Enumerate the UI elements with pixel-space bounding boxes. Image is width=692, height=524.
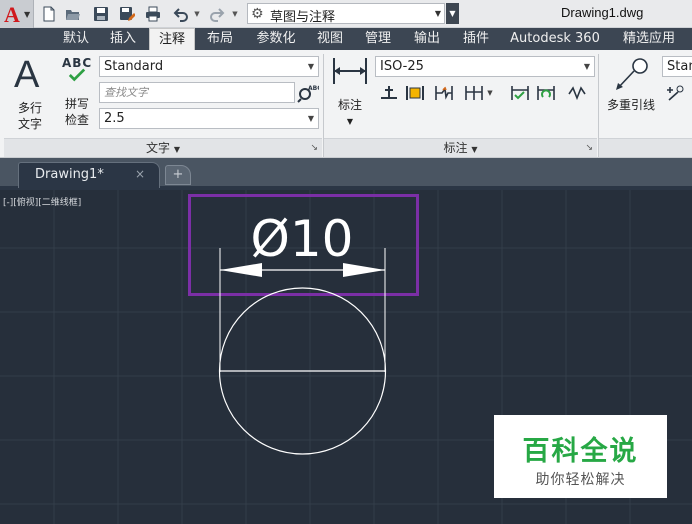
tab-autodesk-360[interactable]: Autodesk 360 xyxy=(504,28,606,50)
dimension-button[interactable]: 标注 ▼ xyxy=(328,56,372,136)
ribbon-tab-bar: 默认 插入 注释 布局 参数化 视图 管理 输出 插件 Autodesk 360… xyxy=(0,28,692,50)
application-menu-button[interactable]: A ▼ xyxy=(0,0,34,28)
dimension-style-value: ISO-25 xyxy=(380,59,424,74)
dimension-panel-title-label: 标注 xyxy=(443,141,468,155)
undo-dropdown-icon[interactable]: ▼ xyxy=(192,5,202,23)
viewport-controls-label[interactable]: [-][俯视][二维线框] xyxy=(3,195,81,208)
dim-update-icon[interactable] xyxy=(508,82,532,104)
dialog-launcher-icon[interactable]: ↘ xyxy=(585,139,593,158)
multiline-text-label-2: 文字 xyxy=(17,117,42,131)
dim-inspect-icon[interactable] xyxy=(403,82,427,104)
multileader-style-value: Stan xyxy=(667,59,692,74)
dimension-style-select[interactable]: ISO-25 ▼ xyxy=(375,56,595,77)
leader-panel-title xyxy=(599,138,692,157)
watermark-title: 百科全说 xyxy=(522,436,639,467)
add-leader-icon[interactable] xyxy=(664,82,688,104)
ribbon: A 多行 文字 ABC 拼写 检查 Standard ▼ 查找文字 ABC 2.… xyxy=(0,50,692,158)
document-tab-bar: Drawing1* × + xyxy=(0,158,692,188)
close-icon[interactable]: × xyxy=(135,167,145,181)
chevron-down-icon: ▼ xyxy=(471,145,478,154)
dimension-text: Ø10 xyxy=(251,210,354,268)
dimension-label: 标注 xyxy=(337,98,362,112)
tab-layout[interactable]: 布局 xyxy=(200,28,240,50)
dim-reassociate-icon[interactable] xyxy=(534,82,558,104)
save-as-icon[interactable] xyxy=(118,5,136,23)
save-icon[interactable] xyxy=(92,5,110,23)
chevron-down-icon: ▼ xyxy=(434,9,441,18)
text-style-value: Standard xyxy=(104,59,164,74)
chevron-down-icon: ▼ xyxy=(346,117,354,126)
dim-oblique-icon[interactable] xyxy=(565,82,589,104)
chevron-down-icon[interactable]: ▼ xyxy=(484,82,496,104)
autocad-logo-icon: A xyxy=(4,2,20,27)
find-text-input[interactable]: 查找文字 xyxy=(99,82,295,103)
svg-text:ABC: ABC xyxy=(308,85,319,92)
find-replace-icon[interactable]: ABC xyxy=(297,82,322,103)
watermark-subtitle: 助你轻松解决 xyxy=(535,472,626,488)
multiline-text-label-1: 多行 xyxy=(17,101,42,115)
workspace-select[interactable]: ⚙ 草图与注释 ▼ xyxy=(247,3,445,25)
new-drawing-tab-button[interactable]: + xyxy=(165,165,191,185)
spell-check-button[interactable]: ABC 拼写 检查 xyxy=(58,56,96,136)
print-icon[interactable] xyxy=(144,5,162,23)
multiline-text-button[interactable]: A 多行 文字 xyxy=(6,54,54,136)
document-tab-name: Drawing1* xyxy=(35,167,104,182)
redo-icon[interactable] xyxy=(208,5,226,23)
gear-icon: ⚙ xyxy=(251,6,264,22)
quick-access-customize-button[interactable]: ▼ xyxy=(446,3,459,24)
redo-dropdown-icon[interactable]: ▼ xyxy=(230,5,240,23)
multileader-icon xyxy=(616,58,648,90)
find-text-placeholder: 查找文字 xyxy=(104,86,148,99)
tab-plugins[interactable]: 插件 xyxy=(454,28,498,50)
tab-featured-apps[interactable]: 精选应用 xyxy=(612,28,686,50)
multileader-button[interactable]: 多重引线 xyxy=(600,54,662,136)
text-style-select[interactable]: Standard ▼ xyxy=(99,56,319,77)
dim-break-icon[interactable] xyxy=(377,82,401,104)
tab-output[interactable]: 输出 xyxy=(405,28,449,50)
undo-icon[interactable] xyxy=(172,5,190,23)
open-icon[interactable] xyxy=(64,5,82,23)
tab-insert[interactable]: 插入 xyxy=(102,28,144,50)
text-a-icon: A xyxy=(14,54,40,96)
title-bar: A ▼ ▼ ▼ ⚙ 草图与注释 ▼ ▼ Drawing1.dwg xyxy=(0,0,692,28)
dimension-panel-title[interactable]: 标注 ▼ ↘ xyxy=(324,138,597,157)
tab-parametric[interactable]: 参数化 xyxy=(248,28,304,50)
linear-dimension-icon xyxy=(333,58,367,84)
multileader-label: 多重引线 xyxy=(606,98,655,112)
chevron-down-icon: ▼ xyxy=(24,10,31,19)
tab-annotate[interactable]: 注释 xyxy=(149,28,195,50)
new-icon[interactable] xyxy=(40,5,58,23)
chevron-down-icon: ▼ xyxy=(583,62,590,71)
chevron-down-icon: ▼ xyxy=(307,114,314,123)
spell-check-icon: ABC xyxy=(62,56,94,88)
dim-jog-icon[interactable] xyxy=(432,82,456,104)
text-height-value: 2.5 xyxy=(104,111,125,126)
tab-manage[interactable]: 管理 xyxy=(356,28,400,50)
chevron-down-icon: ▼ xyxy=(307,62,314,71)
document-tab[interactable]: Drawing1* × xyxy=(18,162,160,188)
multileader-style-select[interactable]: Stan xyxy=(662,56,692,77)
tab-default[interactable]: 默认 xyxy=(56,28,96,50)
tab-view[interactable]: 视图 xyxy=(310,28,350,50)
chevron-down-icon: ▼ xyxy=(173,145,180,154)
text-height-select[interactable]: 2.5 ▼ xyxy=(99,108,319,129)
dim-continue-icon[interactable] xyxy=(462,82,486,104)
spell-check-label-1: 拼写 xyxy=(64,97,89,111)
workspace-value: 草图与注释 xyxy=(270,10,336,25)
plus-icon: + xyxy=(172,167,184,182)
spell-check-label-2: 检查 xyxy=(64,113,89,127)
dialog-launcher-icon[interactable]: ↘ xyxy=(310,139,318,158)
document-title: Drawing1.dwg xyxy=(561,5,644,20)
watermark: 百科全说 助你轻松解决 xyxy=(494,415,667,498)
text-panel-title[interactable]: 文字 ▼ ↘ xyxy=(4,138,322,157)
text-panel-title-label: 文字 xyxy=(146,141,171,155)
